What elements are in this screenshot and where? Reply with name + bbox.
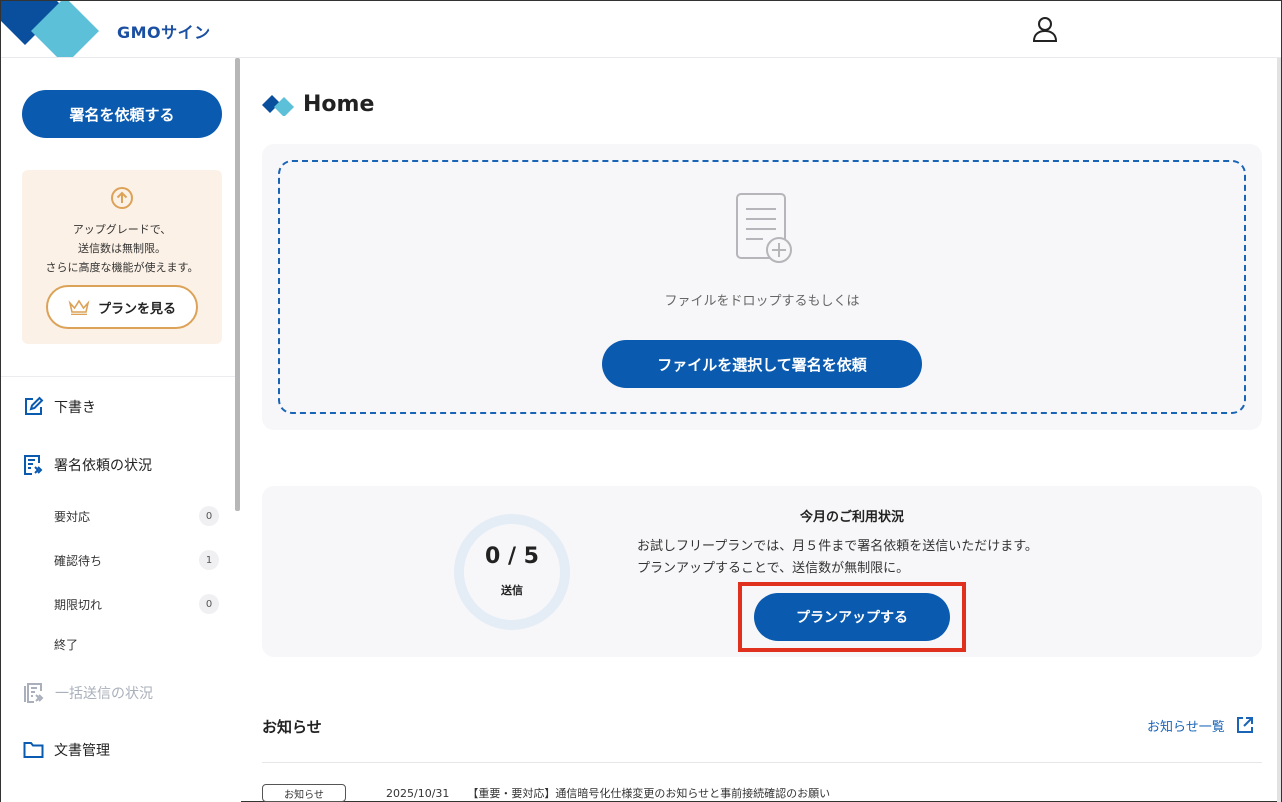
- sidebar-subitem-completed[interactable]: 終了: [54, 636, 219, 653]
- user-account-icon[interactable]: [1031, 15, 1059, 43]
- sidebar-item-bulk-status-label: 一括送信の状況: [55, 686, 153, 702]
- sidebar-divider: [1, 376, 235, 377]
- usage-count-value: 0 / 5: [485, 544, 539, 569]
- sidebar-item-documents-label: 文書管理: [54, 743, 110, 759]
- plan-upgrade-button[interactable]: プランアップする: [754, 593, 950, 641]
- upgrade-line-1: アップグレードで、: [72, 223, 172, 236]
- drop-hint-text: ファイルをドロップするもしくは: [664, 294, 860, 309]
- usage-status-card: 0 / 5 送信 今月のご利用状況 お試しフリープランでは、月５件まで署名依頼を…: [262, 486, 1262, 657]
- sidebar-item-draft-label: 下書き: [54, 399, 96, 416]
- sidebar: 署名を依頼する アップグレードで、 送信数は無制限。 さらに高度な機能が使えます…: [1, 58, 241, 802]
- news-section-title: お知らせ: [262, 718, 322, 736]
- sidebar-item-documents[interactable]: 文書管理: [23, 740, 110, 760]
- gmo-mark-icon: [262, 94, 294, 116]
- external-link-icon: [1236, 717, 1253, 733]
- upgrade-line-3: さらに高度な機能が使えます。: [45, 261, 199, 274]
- select-file-button[interactable]: ファイルを選択して署名を依頼: [602, 340, 922, 388]
- view-plans-label: プランを見る: [97, 301, 176, 317]
- crown-icon: [68, 299, 90, 315]
- upgrade-panel: アップグレードで、 送信数は無制限。 さらに高度な機能が使えます。 プランを見る: [22, 170, 222, 344]
- news-text: 【重要・要対応】通信暗号化仕様変更のお知らせと事前接続確認のお願い: [467, 787, 831, 800]
- upgrade-message: アップグレードで、 送信数は無制限。 さらに高度な機能が使えます。: [22, 220, 222, 277]
- subitem-label: 終了: [54, 638, 79, 652]
- sidebar-item-request-status-label: 署名依頼の状況: [54, 458, 152, 474]
- news-tag: お知らせ: [262, 784, 346, 802]
- subitem-label: 要対応: [54, 509, 91, 524]
- gmo-logo-icon[interactable]: [1, 1, 101, 57]
- view-plans-button[interactable]: プランを見る: [46, 285, 198, 329]
- usage-progress-ring: [454, 514, 570, 630]
- count-badge: 0: [199, 506, 219, 526]
- usage-count-label: 送信: [501, 584, 523, 597]
- page-title-text: Home: [303, 92, 375, 117]
- usage-desc-line-2: プランアップすることで、送信数が無制限に。: [637, 561, 910, 576]
- count-badge: 1: [199, 550, 219, 570]
- document-status-icon: [24, 455, 43, 475]
- sidebar-subitem-action-required[interactable]: 要対応 0: [54, 506, 219, 526]
- file-drop-zone[interactable]: ファイルをドロップするもしくは ファイルを選択して署名を依頼: [278, 160, 1246, 414]
- upgrade-line-2: 送信数は無制限。: [78, 242, 166, 255]
- usage-title: 今月のご利用状況: [799, 510, 904, 525]
- page-title: Home: [261, 92, 374, 117]
- app-header: GMOサイン: [1, 1, 1281, 58]
- folder-icon: [23, 742, 44, 758]
- logo-text[interactable]: GMOサイン: [117, 19, 211, 43]
- file-drop-card: ファイルをドロップするもしくは ファイルを選択して署名を依頼: [262, 144, 1262, 430]
- main-scrollbar[interactable]: [1277, 58, 1281, 802]
- news-date: 2025/10/31: [386, 786, 450, 800]
- subitem-label: 期限切れ: [54, 597, 103, 612]
- sidebar-item-bulk-status[interactable]: 一括送信の状況: [23, 682, 153, 704]
- usage-description: お試しフリープランでは、月５件まで署名依頼を送信いただけます。 プランアップする…: [637, 536, 1077, 580]
- sidebar-subitem-expired[interactable]: 期限切れ 0: [54, 594, 219, 614]
- add-document-icon: [735, 192, 795, 266]
- sidebar-subitem-awaiting-confirmation[interactable]: 確認待ち 1: [54, 550, 219, 570]
- bulk-document-icon: [24, 683, 44, 703]
- sidebar-scrollbar[interactable]: [235, 58, 240, 511]
- sidebar-item-request-status[interactable]: 署名依頼の状況: [23, 454, 152, 476]
- sidebar-item-draft[interactable]: 下書き: [23, 396, 96, 417]
- upgrade-arrow-icon: [110, 186, 134, 210]
- usage-desc-line-1: お試しフリープランでは、月５件まで署名依頼を送信いただけます。: [637, 539, 1038, 554]
- news-list-link[interactable]: お知らせ一覧: [1147, 715, 1255, 735]
- subitem-label: 確認待ち: [54, 553, 103, 568]
- request-signature-button[interactable]: 署名を依頼する: [22, 90, 222, 138]
- news-item[interactable]: お知らせ 2025/10/31 【重要・要対応】通信暗号化仕様変更のお知らせと事…: [262, 784, 1262, 802]
- main-content: Home ファイルをドロップするもしくは ファイルを選択して署名を依頼 0 / …: [241, 58, 1281, 802]
- news-list-link-label: お知らせ一覧: [1147, 719, 1225, 735]
- edit-icon: [25, 396, 44, 415]
- count-badge: 0: [199, 594, 219, 614]
- news-divider: [262, 762, 1262, 763]
